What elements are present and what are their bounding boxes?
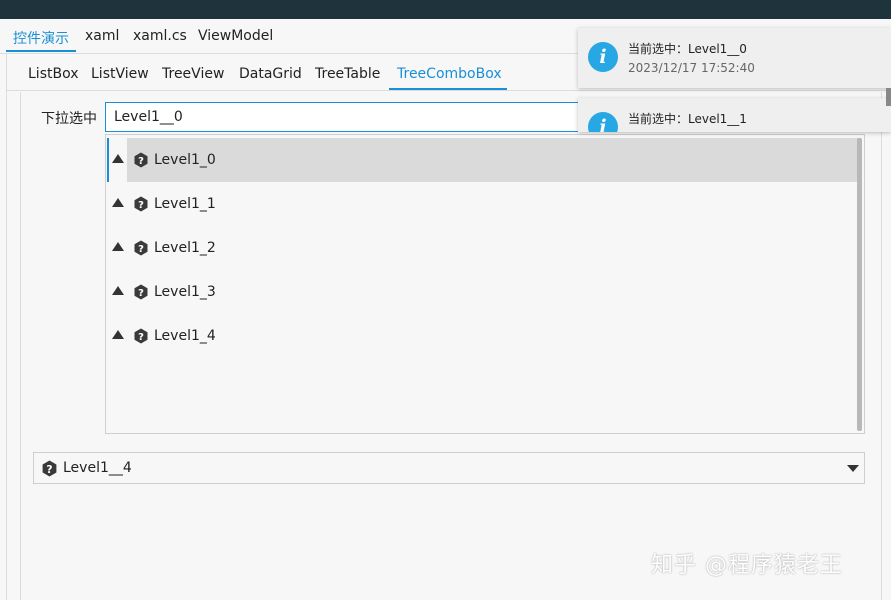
tree-combo-input[interactable]: Level1__0: [105, 102, 585, 132]
notification-message: 当前选中：Level1__0: [628, 42, 747, 56]
info-icon: i: [588, 42, 618, 72]
notification-toast[interactable]: i 当前选中：Level1__0 2023/12/17 17:52:40: [578, 28, 891, 88]
svg-text:?: ?: [138, 332, 144, 343]
svg-text:?: ?: [138, 244, 144, 255]
tree-item[interactable]: ? Level1_1: [110, 182, 850, 226]
help-hexagon-icon: ?: [134, 284, 148, 300]
triangle-up-icon[interactable]: [112, 286, 124, 295]
help-hexagon-icon: ?: [134, 196, 148, 212]
window-titlebar: [0, 0, 891, 19]
tab-datagrid[interactable]: DataGrid: [239, 66, 302, 82]
tree-item-label: Level1_4: [154, 328, 216, 344]
tab-xaml[interactable]: xaml: [85, 28, 119, 44]
triangle-up-icon[interactable]: [112, 198, 124, 207]
notification-toast[interactable]: i 当前选中：Level1__1: [578, 98, 891, 132]
notification-message: 当前选中：Level1__1: [628, 112, 747, 126]
combo-selected-value: Level1__4: [63, 460, 132, 476]
tree-combo-box[interactable]: ? Level1__4: [33, 452, 865, 484]
watermark: 知乎 @程序猿老王: [651, 553, 843, 578]
field-label: 下拉选中: [41, 111, 97, 127]
triangle-up-icon[interactable]: [112, 242, 124, 251]
chevron-down-icon[interactable]: [847, 465, 859, 472]
tree-item-label: Level1_0: [154, 152, 216, 168]
help-hexagon-icon: ?: [134, 240, 148, 256]
tree-dropdown-popup: ? Level1_0 ? Level1_1 ? Level1_2 ? Level…: [105, 134, 865, 434]
tab-treetable[interactable]: TreeTable: [315, 66, 380, 82]
tree-item[interactable]: ? Level1_4: [110, 314, 850, 358]
tab-treecombobox[interactable]: TreeComboBox: [397, 66, 502, 82]
tree-item-label: Level1_1: [154, 196, 216, 212]
active-tab-indicator: [6, 50, 76, 52]
triangle-up-icon[interactable]: [112, 154, 124, 163]
tab-listview[interactable]: ListView: [91, 66, 149, 82]
tab-treeview[interactable]: TreeView: [162, 66, 224, 82]
tree-item[interactable]: ? Level1_2: [110, 226, 850, 270]
tab-demo[interactable]: 控件演示: [13, 28, 69, 48]
window-edge: [886, 88, 891, 106]
tab-xaml-cs[interactable]: xaml.cs: [133, 28, 187, 44]
svg-text:?: ?: [46, 463, 52, 476]
selected-row-indicator: [107, 138, 109, 182]
svg-text:?: ?: [138, 200, 144, 211]
help-hexagon-icon: ?: [134, 152, 148, 168]
tree-combo-value: Level1__0: [114, 109, 183, 125]
help-hexagon-icon: ?: [42, 460, 57, 477]
tree-item[interactable]: ? Level1_3: [110, 270, 850, 314]
tab-viewmodel[interactable]: ViewModel: [198, 28, 273, 44]
tree-item[interactable]: ? Level1_0: [110, 138, 850, 182]
vertical-scrollbar[interactable]: [857, 138, 862, 431]
tab-listbox[interactable]: ListBox: [28, 66, 79, 82]
triangle-up-icon[interactable]: [112, 330, 124, 339]
active-subtab-indicator: [389, 88, 507, 90]
svg-text:?: ?: [138, 156, 144, 167]
notification-time: 2023/12/17 17:52:40: [628, 61, 755, 75]
tree-item-label: Level1_2: [154, 240, 216, 256]
help-hexagon-icon: ?: [134, 328, 148, 344]
info-icon: i: [588, 112, 618, 132]
tree-item-label: Level1_3: [154, 284, 216, 300]
svg-text:?: ?: [138, 288, 144, 299]
